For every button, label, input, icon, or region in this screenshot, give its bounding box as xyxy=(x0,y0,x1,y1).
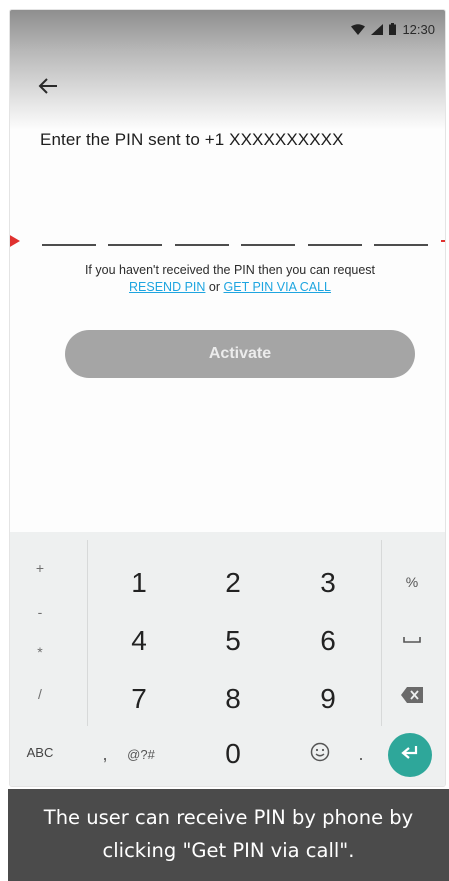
wifi-icon xyxy=(351,23,366,35)
key-period[interactable]: . xyxy=(346,732,376,776)
or-text: or xyxy=(208,280,221,294)
key-7[interactable]: 7 xyxy=(114,674,164,724)
page-title: Enter the PIN sent to +1 XXXXXXXXXX xyxy=(40,130,344,149)
pin-input-group[interactable] xyxy=(42,232,428,246)
resend-info: If you haven't received the PIN then you… xyxy=(30,262,430,296)
key-3[interactable]: 3 xyxy=(303,558,353,608)
key-0[interactable]: 0 xyxy=(208,730,258,778)
pin-digit-field[interactable] xyxy=(241,232,296,246)
key-slash[interactable]: / xyxy=(20,674,60,714)
enter-icon xyxy=(400,745,420,766)
enter-button[interactable] xyxy=(388,733,432,777)
space-key[interactable] xyxy=(392,622,432,658)
arrow-left-icon xyxy=(38,77,58,100)
get-pin-via-call-link[interactable]: GET PIN VIA CALL xyxy=(224,280,331,294)
status-bar: 12:30 xyxy=(10,10,445,48)
abc-key[interactable]: ABC xyxy=(18,732,62,772)
key-6[interactable]: 6 xyxy=(303,616,353,666)
resend-prefix: If you haven't received the PIN then you… xyxy=(84,263,376,277)
space-bar-icon xyxy=(403,631,421,649)
pin-digit-field[interactable] xyxy=(108,232,163,246)
activate-button[interactable]: Activate xyxy=(65,330,415,378)
back-button[interactable] xyxy=(36,76,60,100)
pin-digit-field[interactable] xyxy=(373,232,428,246)
key-8[interactable]: 8 xyxy=(208,674,258,724)
caption-banner: The user can receive PIN by phone by cli… xyxy=(8,789,449,881)
key-5[interactable]: 5 xyxy=(208,616,258,666)
pin-digit-field[interactable] xyxy=(307,232,362,246)
keyboard-divider xyxy=(87,540,88,726)
key-minus[interactable]: - xyxy=(20,596,60,628)
key-percent[interactable]: % xyxy=(392,562,432,602)
signal-icon xyxy=(371,23,384,35)
pin-digit-field[interactable] xyxy=(174,232,229,246)
smiley-icon xyxy=(310,742,330,767)
pointer-marker-left xyxy=(10,234,20,248)
backspace-icon xyxy=(401,686,423,708)
key-1[interactable]: 1 xyxy=(114,558,164,608)
emoji-button[interactable] xyxy=(300,732,340,776)
battery-icon xyxy=(389,23,397,35)
phone-screen: 12:30 Enter the PIN sent to +1 XXXXXXXXX… xyxy=(10,10,445,786)
pointer-marker-right xyxy=(441,240,445,242)
key-4[interactable]: 4 xyxy=(114,616,164,666)
keyboard-divider xyxy=(381,540,382,726)
key-9[interactable]: 9 xyxy=(303,674,353,724)
key-asterisk[interactable]: * xyxy=(20,636,60,668)
pin-digit-field[interactable] xyxy=(42,232,96,246)
key-symbols[interactable]: @?# xyxy=(116,732,166,776)
status-time: 12:30 xyxy=(402,21,435,37)
key-2[interactable]: 2 xyxy=(208,558,258,608)
backspace-key[interactable] xyxy=(392,677,432,717)
key-plus[interactable]: + xyxy=(20,548,60,588)
resend-pin-link[interactable]: RESEND PIN xyxy=(129,280,205,294)
numeric-keyboard: + - * / ABC 1 2 3 4 5 6 7 8 9 , @?# 0 . … xyxy=(10,532,445,786)
